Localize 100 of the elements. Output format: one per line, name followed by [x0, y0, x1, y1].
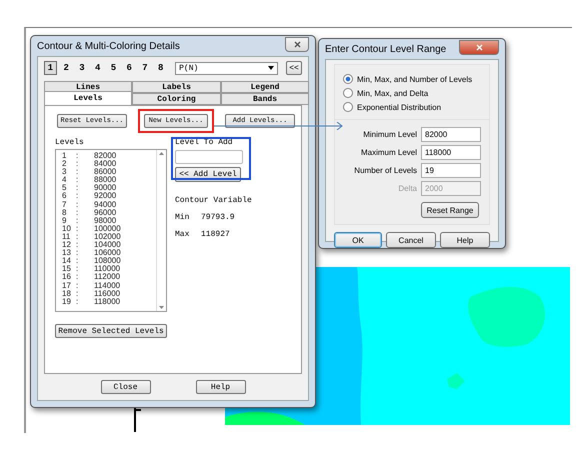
frame-tab[interactable]: 2: [60, 61, 73, 75]
frame-tab[interactable]: 7: [138, 61, 152, 75]
level-value: 116000: [94, 290, 122, 298]
level-input-field[interactable]: 118000: [421, 145, 481, 160]
level-input-field[interactable]: [175, 150, 243, 164]
level-separator: :: [76, 290, 80, 298]
field-label: Number of Levels: [353, 166, 417, 175]
level-number: 19: [62, 298, 72, 306]
level-separator: :: [76, 192, 80, 201]
level-number: 16: [62, 273, 72, 282]
level-number: 7: [62, 200, 68, 209]
variable-dropdown[interactable]: P(N): [175, 62, 278, 74]
tab[interactable]: Coloring: [132, 93, 221, 105]
dialog-title: Contour & Multi-Coloring Details: [37, 40, 180, 52]
level-value: 108000: [94, 257, 122, 266]
min-label: Min: [175, 213, 190, 222]
max-value: 118927: [201, 230, 231, 239]
frame-tab[interactable]: 4: [91, 61, 104, 75]
level-number: 13: [62, 249, 72, 258]
collapse-button[interactable]: <<: [286, 61, 302, 75]
radio-option[interactable]: Exponential Distribution: [343, 102, 481, 112]
level-number: 17: [62, 282, 72, 290]
level-value: 96000: [94, 208, 118, 217]
level-separator: :: [76, 176, 80, 184]
tab[interactable]: Legend: [221, 81, 309, 93]
level-number: 14: [62, 257, 72, 266]
level-separator: :: [76, 241, 80, 250]
radio-option[interactable]: Min, Max, and Delta: [343, 88, 481, 98]
footer-button[interactable]: Help: [196, 380, 246, 394]
level-separator: :: [76, 298, 80, 306]
scroll-down-icon[interactable]: [159, 306, 164, 309]
frame-tab[interactable]: 5: [107, 61, 120, 75]
footer-button[interactable]: Close: [100, 380, 150, 394]
frame-tab[interactable]: 3: [76, 61, 88, 75]
level-number: 2: [62, 160, 68, 168]
radio-option[interactable]: Min, Max, and Number of Levels: [343, 74, 481, 84]
level-value: 90000: [94, 184, 118, 192]
tab[interactable]: Levels: [44, 91, 132, 105]
field-label: Delta: [397, 184, 417, 193]
close-button[interactable]: [459, 40, 499, 54]
close-icon: [294, 40, 300, 48]
level-value: 82000: [94, 152, 118, 160]
level-input-field[interactable]: 19: [421, 163, 481, 178]
max-label: Max: [175, 230, 190, 239]
level-value: 86000: [94, 168, 118, 176]
level-separator: :: [76, 257, 80, 266]
level-separator: :: [76, 200, 80, 209]
level-separator: :: [76, 216, 80, 225]
level-value: 110000: [94, 265, 122, 274]
field-label: Minimum Level: [362, 130, 417, 139]
dialog-button[interactable]: OK: [334, 232, 382, 248]
level-separator: :: [76, 224, 80, 233]
level-separator: :: [76, 232, 80, 242]
level-value: 112000: [94, 273, 122, 282]
close-button[interactable]: [285, 36, 309, 52]
level-number: 11: [62, 232, 72, 241]
reset-range-button[interactable]: Reset Range: [421, 202, 479, 218]
level-separator: :: [76, 282, 80, 290]
level-value: 106000: [94, 249, 122, 258]
level-value: 98000: [94, 216, 118, 225]
dropdown-arrow-icon: [268, 66, 274, 70]
field-label: Maximum Level: [360, 148, 417, 157]
tab[interactable]: Bands: [221, 93, 309, 105]
level-number: 15: [62, 265, 72, 274]
level-number: 12: [62, 241, 72, 250]
level-value: 118000: [94, 298, 122, 306]
level-value: 104000: [94, 241, 122, 250]
tab[interactable]: Labels: [132, 81, 221, 93]
level-separator: :: [76, 160, 80, 168]
level-value: 88000: [94, 176, 118, 184]
level-number: 18: [62, 290, 72, 298]
frame-tab[interactable]: 6: [122, 61, 136, 75]
frame-tab[interactable]: 1: [44, 61, 57, 75]
levels-label: Levels: [55, 138, 85, 147]
level-value: 84000: [94, 160, 118, 168]
scroll-up-icon[interactable]: [159, 152, 164, 155]
level-separator: :: [76, 152, 80, 160]
level-separator: :: [76, 249, 80, 258]
level-value: 102000: [94, 232, 122, 241]
level-number: 6: [62, 192, 68, 201]
remove-levels-button[interactable]: Remove Selected Levels: [55, 324, 167, 338]
level-separator: :: [76, 168, 80, 176]
level-number: 9: [62, 216, 68, 225]
dialog-button[interactable]: Help: [440, 232, 490, 248]
level-number: 8: [62, 208, 68, 217]
level-input-field[interactable]: 82000: [421, 127, 481, 142]
close-icon: [476, 44, 482, 50]
level-separator: :: [76, 265, 80, 274]
contour-variable-heading: Contour Variable: [175, 196, 252, 205]
level-value: 114000: [94, 282, 122, 290]
level-value: 100000: [94, 224, 122, 233]
frame-tab[interactable]: 8: [154, 61, 168, 75]
level-value: 92000: [94, 192, 118, 201]
level-value: 94000: [94, 200, 118, 209]
level-number: 5: [62, 184, 68, 192]
level-to-add-label: Level To Add: [175, 138, 234, 147]
level-separator: :: [76, 273, 80, 282]
level-separator: :: [76, 184, 80, 192]
dialog-button[interactable]: Cancel: [386, 232, 436, 248]
level-number: 3: [62, 168, 68, 176]
